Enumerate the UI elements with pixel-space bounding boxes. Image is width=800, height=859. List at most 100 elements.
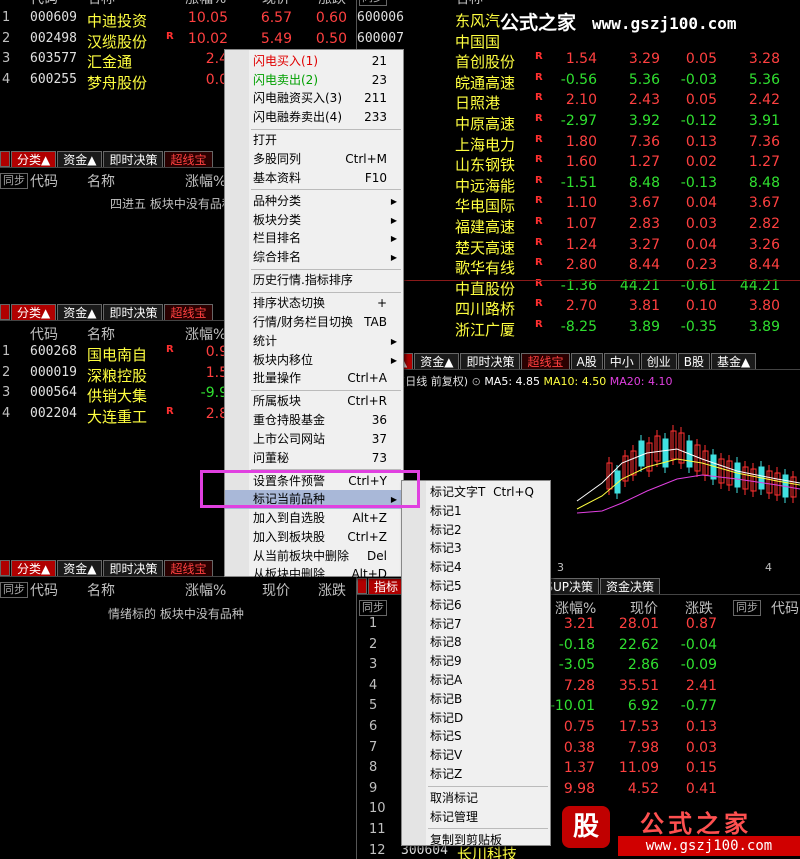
menu-item[interactable]: 标记Z (402, 765, 550, 784)
menu-item[interactable]: 标记4 (402, 558, 550, 577)
sync-button[interactable]: 同步 (359, 599, 387, 616)
menu-item[interactable]: 综合排名 ▶ (225, 248, 403, 267)
price: 5.36 (628, 71, 660, 88)
sync-button[interactable]: 同步 (0, 581, 28, 598)
menu-item[interactable]: 闪电卖出(2) 23 (225, 71, 403, 90)
table-row[interactable]: 600052浙江广厦R-8.253.89-0.353.89 (357, 319, 800, 340)
menu-item[interactable]: 问董秘 73 (225, 449, 403, 468)
panel-toggle[interactable] (0, 151, 10, 167)
menu-item[interactable]: 标记文字T Ctrl+Q (402, 483, 550, 502)
table-row[interactable]: 600039四川路桥R2.703.810.103.80 (357, 298, 800, 319)
table-row[interactable]: 600037歌华有线R2.808.440.238.44 (357, 257, 800, 278)
tab-item[interactable]: A股 (570, 353, 603, 369)
panel-toggle[interactable] (0, 560, 10, 576)
menu-item[interactable]: 闪电融资买入(3) 211 (225, 89, 403, 108)
menu-item[interactable]: 品种分类 ▶ (225, 192, 403, 211)
menu-item[interactable]: 排序状态切换 + (225, 294, 403, 313)
menu-item[interactable]: 标记D (402, 709, 550, 728)
menu-item[interactable]: 闪电融券卖出(4) 233 (225, 108, 403, 127)
table-row[interactable]: 600020中原高速R-2.973.92-0.123.91 (357, 113, 800, 134)
pct-change: 1.37 (563, 760, 595, 777)
menu-item-label: 闪电融券卖出(4) (253, 110, 342, 125)
tab-item[interactable]: 资金▲ (414, 353, 460, 369)
sync-button[interactable]: 同步 (0, 172, 28, 189)
menu-item[interactable]: 所属板块 Ctrl+R (225, 392, 403, 411)
tab-item[interactable]: 资金▲ (57, 560, 103, 576)
table-row[interactable]: 600008首创股份R1.543.290.053.28 (357, 51, 800, 72)
table-row[interactable]: 600022山东钢铁R1.601.270.021.27 (357, 154, 800, 175)
table-row[interactable]: 600026中远海能R-1.518.48-0.138.48 (357, 175, 800, 196)
change: 0.23 (685, 257, 717, 274)
menu-item[interactable]: 标记S (402, 727, 550, 746)
tab-item[interactable]: 超线宝 (521, 353, 570, 369)
menu-item[interactable]: 加入到板块股 Ctrl+Z (225, 528, 403, 547)
tab-item[interactable]: 基金▲ (710, 353, 757, 369)
menu-item[interactable]: 基本资料 F10 (225, 169, 403, 188)
menu-item[interactable]: 标记3 (402, 539, 550, 558)
menu-item-label: 标记6 (430, 597, 462, 612)
table-row[interactable]: 600035楚天高速R1.243.270.043.26 (357, 237, 800, 258)
menu-item[interactable]: 标记A (402, 671, 550, 690)
table-row[interactable]: 600033福建高速R1.072.830.032.82 (357, 216, 800, 237)
menu-item[interactable]: 标记8 (402, 633, 550, 652)
menu-item[interactable]: 取消标记 (402, 789, 550, 808)
table-row[interactable]: 1 000609 中迪投资 10.05 6.57 0.60 (0, 10, 355, 31)
price: 8.44 (628, 257, 660, 274)
menu-item[interactable]: 标记9 (402, 652, 550, 671)
menu-item[interactable]: 行情/财务栏目切换 TAB (225, 313, 403, 332)
menu-item-label: 排序状态切换 (253, 296, 326, 311)
menu-item[interactable]: 标记7 (402, 615, 550, 634)
menu-item[interactable]: 栏目排名 ▶ (225, 229, 403, 248)
menu-item[interactable]: 历史行情.指标排序 (225, 271, 403, 290)
menu-item-label: 加入到板块股 (253, 529, 326, 544)
menu-item[interactable]: 闪电买入(1) 21 (225, 52, 403, 71)
menu-item-label: 闪电融资买入(3) (253, 91, 342, 106)
menu-item[interactable]: 从板块中删除 Alt+D (225, 565, 403, 584)
menu-item[interactable]: 多股同列 Ctrl+M (225, 150, 403, 169)
tab-item[interactable]: 创业 (640, 353, 677, 369)
tab-item[interactable]: 分类▲ (11, 560, 57, 576)
menu-item[interactable]: 标记6 (402, 596, 550, 615)
tab-item[interactable]: 资金▲ (57, 151, 103, 167)
tab-item[interactable]: 超线宝 (164, 151, 213, 167)
tab-item[interactable]: 分类▲ (11, 304, 57, 320)
menu-item[interactable]: 重仓持股基金 36 (225, 411, 403, 430)
menu-item[interactable]: 从当前板块中删除 Del (225, 547, 403, 566)
menu-item-label: 从板块中删除 (253, 567, 326, 582)
menu-item-label: 闪电买入(1) (253, 54, 318, 68)
tab-item[interactable]: 即时决策 (103, 304, 164, 320)
tab-item[interactable]: 分类▲ (11, 151, 57, 167)
menu-item[interactable]: 复制到剪贴板 (402, 831, 550, 850)
menu-item[interactable]: 板块内移位 ▶ (225, 351, 403, 370)
tab-item[interactable]: 超线宝 (164, 304, 213, 320)
tab-item[interactable]: 即时决策 (103, 560, 164, 576)
table-row[interactable]: 600021上海电力R1.807.360.137.36 (357, 134, 800, 155)
sync-button[interactable]: 同步 (359, 0, 387, 6)
sync-button[interactable]: 同步 (733, 599, 761, 616)
menu-item[interactable]: 加入到自选股 Alt+Z (225, 509, 403, 528)
col-code-label: 代码 (30, 326, 58, 343)
menu-item[interactable]: 批量操作 Ctrl+A (225, 369, 403, 388)
menu-item[interactable]: 标记1 (402, 502, 550, 521)
table-row[interactable]: 600031华电国际R1.103.670.043.67 (357, 195, 800, 216)
menu-item[interactable]: 标记2 (402, 521, 550, 540)
menu-item[interactable]: 标记B (402, 690, 550, 709)
menu-item[interactable]: 统计 ▶ (225, 332, 403, 351)
panel-toggle[interactable] (0, 304, 10, 320)
menu-item[interactable]: 标记管理 (402, 808, 550, 827)
table-row[interactable]: 600012皖通高速R-0.565.36-0.035.36 (357, 72, 800, 93)
menu-item[interactable]: 板块分类 ▶ (225, 211, 403, 230)
tab-item[interactable]: B股 (677, 353, 710, 369)
table-row[interactable]: 600017日照港R2.102.430.052.42 (357, 92, 800, 113)
tab-item[interactable]: 中小 (603, 353, 640, 369)
tab-item[interactable]: 超线宝 (164, 560, 213, 576)
tab-item[interactable]: 即时决策 (460, 353, 521, 369)
tab-item[interactable]: 即时决策 (103, 151, 164, 167)
menu-item[interactable]: 打开 (225, 131, 403, 150)
menu-item[interactable]: 标记5 (402, 577, 550, 596)
menu-item[interactable]: 上市公司网站 37 (225, 430, 403, 449)
menu-item[interactable]: 标记V (402, 746, 550, 765)
change: -0.13 (680, 174, 717, 191)
tab-item[interactable]: 资金▲ (57, 304, 103, 320)
tab-item[interactable]: 资金决策 (600, 578, 661, 594)
